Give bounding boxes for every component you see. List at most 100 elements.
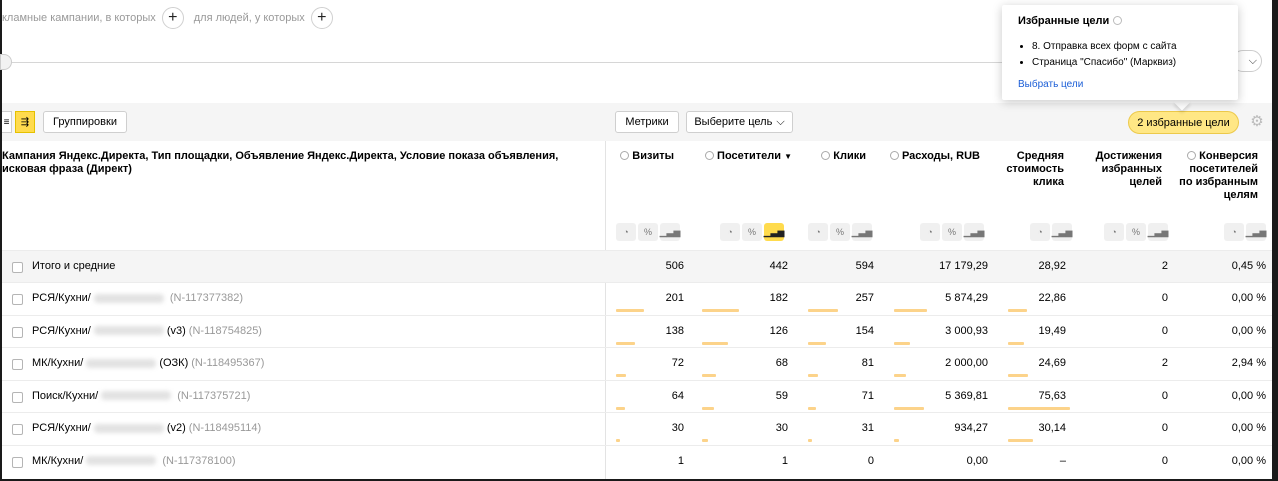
tree-view-icon[interactable]: ⇶ [15, 111, 35, 133]
redacted-text [93, 293, 164, 303]
row-name[interactable]: РСЯ/Кухни/ (v3) (N-118754825) [32, 325, 262, 337]
row-checkbox[interactable] [12, 326, 23, 338]
chevron-down-icon: ⌵ [776, 115, 785, 128]
row-checkbox[interactable] [12, 262, 23, 273]
info-icon[interactable] [620, 151, 630, 160]
info-icon[interactable] [1187, 151, 1197, 160]
info-icon[interactable] [821, 151, 831, 160]
cell-cpc: 19,49 [1038, 324, 1066, 337]
cell-cost: 0,00 [966, 454, 988, 467]
bar-chart-icon[interactable]: ▁▃▅ [852, 223, 872, 241]
choose-goal-select[interactable]: Выберите цель ⌵ [686, 111, 793, 133]
choose-goals-link[interactable]: Выбрать цели [1018, 79, 1222, 90]
list-view-icon[interactable]: ≡ [2, 111, 12, 133]
row-checkbox[interactable] [12, 294, 23, 305]
row-name[interactable]: Поиск/Кухни/ (N-117375721) [32, 390, 250, 402]
redacted-text [93, 423, 164, 433]
share-bar [808, 439, 812, 442]
pie-chart-icon[interactable]: ◔ [1104, 223, 1124, 241]
col-header-clicks[interactable]: Клики [800, 150, 866, 163]
pie-chart-icon[interactable]: ◔ [1030, 223, 1050, 241]
cell-cpc: 30,14 [1038, 422, 1066, 434]
clicks-view-toggles: ◔% ▁▃▅ [808, 223, 872, 241]
col-header-conversion[interactable]: Конверсия посетителей по избранным целям [1178, 150, 1258, 202]
col-header-cpc[interactable]: Средняя стоимость клика [1000, 150, 1064, 189]
cell-clicks: 81 [861, 357, 874, 369]
share-bar [808, 341, 826, 345]
add-people-condition-button[interactable]: + [310, 7, 333, 29]
share-bar [616, 406, 625, 410]
share-bar [808, 309, 838, 312]
row-checkbox[interactable] [12, 391, 23, 403]
col-header-visits[interactable]: Визиты [610, 150, 674, 163]
cell-clicks: 257 [855, 292, 874, 304]
percent-icon[interactable]: % [942, 223, 962, 241]
share-bar [1008, 439, 1033, 442]
favorite-goals-button[interactable]: 2 избранные цели [1128, 111, 1239, 134]
cell-conversion: 0,00 % [1231, 422, 1266, 434]
row-name: Итого и средние [32, 260, 116, 272]
bar-chart-icon[interactable]: ▁▃▅ [764, 223, 784, 241]
window-frame-right [1272, 0, 1278, 481]
share-bar [894, 341, 910, 345]
percent-icon[interactable]: % [1126, 223, 1146, 241]
campaign-id: (N-117378100) [162, 454, 236, 467]
pie-chart-icon[interactable]: ◔ [808, 223, 828, 241]
bar-chart-icon[interactable]: ▁▃▅ [1148, 223, 1168, 241]
metrics-button[interactable]: Метрики [615, 111, 679, 133]
cell-conversion: 2,94 % [1231, 357, 1266, 369]
pie-chart-icon[interactable]: ◔ [1224, 223, 1244, 241]
bar-chart-icon[interactable]: ▁▃▅ [964, 223, 984, 241]
share-bar [616, 309, 644, 312]
pie-chart-icon[interactable]: ◔ [920, 223, 940, 241]
percent-icon[interactable]: % [830, 223, 850, 241]
favorite-goal-item: Страница "Спасибо" (Марквиз) [1032, 55, 1222, 71]
info-icon[interactable] [889, 151, 899, 160]
cost-view-toggles: ◔% ▁▃▅ [920, 223, 984, 241]
pie-chart-icon[interactable]: ◔ [720, 223, 740, 241]
campaign-prefix: МК/Кухни/ [32, 454, 84, 467]
cell-cpc: 24,69 [1038, 357, 1066, 369]
cell-visitors: 30 [775, 422, 788, 434]
col-header-visitors[interactable]: Посетители ▼ [690, 150, 792, 163]
cell-goals: 0 [1161, 454, 1168, 467]
col-header-cost[interactable]: Расходы, RUB [880, 150, 980, 163]
info-icon[interactable] [705, 151, 715, 160]
campaign-id: (N-118495114) [188, 422, 262, 434]
cell-conversion: 0,00 % [1231, 324, 1266, 337]
favorite-goals-list: 8. Отправка всех форм с сайта Страница "… [1018, 39, 1222, 71]
table-row-total: Итого и средние 506 442 594 17 179,29 28… [2, 250, 1272, 282]
cell-cost: 3 000,93 [945, 324, 988, 337]
bar-chart-icon[interactable]: ▁▃▅ [1052, 223, 1072, 241]
gear-icon[interactable]: ⚙ [1248, 113, 1266, 131]
timeline-handle[interactable] [0, 54, 12, 70]
row-name[interactable]: РСЯ/Кухни/ (v2) (N-118495114) [32, 422, 261, 434]
share-bar [702, 341, 728, 345]
row-checkbox[interactable] [12, 424, 23, 435]
pie-chart-icon[interactable]: ◔ [616, 223, 636, 241]
row-name[interactable]: МК/Кухни/ (ОЗК) (N-118495367) [32, 357, 264, 369]
percent-icon[interactable]: % [638, 223, 658, 241]
bar-chart-icon[interactable]: ▁▃▅ [1246, 223, 1266, 241]
row-checkbox[interactable] [12, 359, 23, 370]
row-checkbox[interactable] [12, 456, 23, 468]
cell-visits: 201 [665, 292, 684, 304]
info-icon[interactable] [1113, 16, 1123, 25]
col-header-goals[interactable]: Достижения избранных целей [1084, 150, 1162, 189]
row-name[interactable]: РСЯ/Кухни/ (N-117377382) [32, 292, 243, 304]
percent-icon[interactable]: % [742, 223, 762, 241]
campaign-suffix: (v3) [166, 324, 186, 337]
cell-visitors: 59 [775, 389, 788, 402]
visits-view-toggles: ◔% ▁▃▅ [616, 223, 680, 241]
campaign-suffix: (ОЗК) [159, 357, 189, 369]
groupings-button[interactable]: Группировки [43, 111, 127, 133]
bar-chart-icon[interactable]: ▁▃▅ [660, 223, 680, 241]
cell-goals: 0 [1161, 292, 1168, 304]
cell-cost: 934,27 [954, 422, 988, 434]
add-campaign-condition-button[interactable]: + [161, 7, 184, 29]
segment-text-people: для людей, у которых [193, 12, 305, 24]
campaign-prefix: РСЯ/Кухни/ [32, 422, 91, 434]
redacted-text [101, 391, 172, 401]
cell-cost: 5 874,29 [945, 292, 988, 304]
row-name[interactable]: МК/Кухни/ (N-117378100) [32, 455, 236, 467]
